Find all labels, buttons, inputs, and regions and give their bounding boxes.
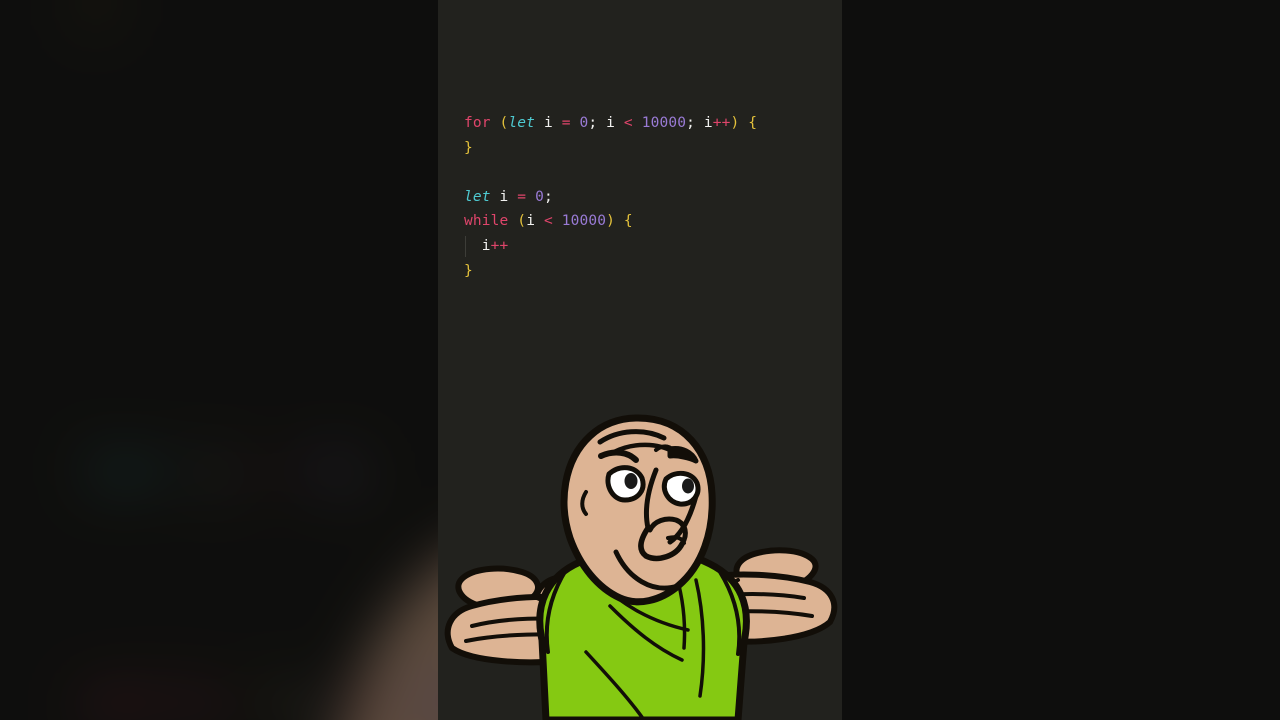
left-eye <box>605 465 646 503</box>
video-frame: for (let i = 0; i < 10000; i++) { } let … <box>0 0 1280 720</box>
character-artwork <box>444 414 838 720</box>
head <box>560 414 716 606</box>
shrug-guy-illustration <box>438 0 842 720</box>
video-content-panel: for (let i = 0; i < 10000; i++) {} let i… <box>438 0 842 720</box>
